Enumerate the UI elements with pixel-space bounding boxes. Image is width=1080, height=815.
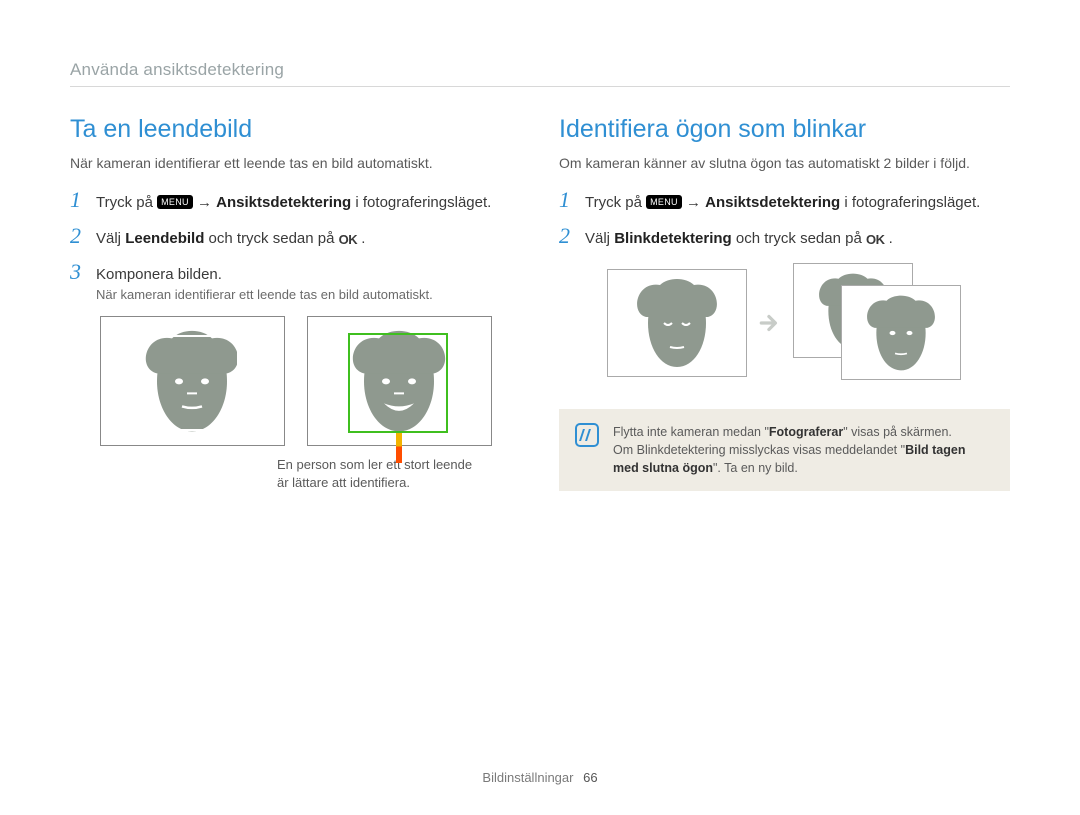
menu-icon: MENU: [646, 195, 682, 210]
smile-caption: En person som ler ett stort leende är lä…: [277, 456, 477, 491]
step-text: Komponera bilden.: [96, 264, 222, 285]
arrow-right-icon: [757, 310, 783, 336]
step-1-blink: 1 Tryck på MENU → Ansiktsdetektering i f…: [559, 187, 1010, 213]
step-2-smile: 2 Välj Leendebild och tryck sedan på OK …: [70, 223, 521, 249]
smile-indicator-bar: [396, 433, 402, 463]
example-panel-eyes-closed: [607, 269, 747, 377]
step-text: →: [686, 194, 705, 211]
step-text: och tryck sedan på: [209, 230, 339, 247]
step-bold: Ansiktsdetektering: [705, 194, 840, 211]
step-bold: Leendebild: [125, 230, 204, 247]
step-text: Välj: [96, 230, 125, 247]
example-panel-smile: [307, 316, 492, 446]
breadcrumb: Använda ansiktsdetektering: [70, 60, 1010, 87]
smile-example-row: [70, 316, 521, 446]
step-2-blink: 2 Välj Blinkdetektering och tryck sedan …: [559, 223, 1010, 249]
page-number: 66: [583, 770, 597, 785]
intro-blink: Om kameran känner av slutna ögon tas aut…: [559, 154, 1010, 173]
step-number: 2: [70, 223, 86, 249]
step-text: och tryck sedan på: [736, 230, 866, 247]
step-number: 3: [70, 259, 86, 285]
note-line-2: Om Blinkdetektering misslyckas visas med…: [613, 441, 994, 477]
step-text: .: [889, 230, 893, 247]
step-3-smile: 3 Komponera bilden. När kameran identifi…: [70, 259, 521, 302]
step-text: .: [361, 230, 365, 247]
step-number: 1: [70, 187, 86, 213]
step-number: 1: [559, 187, 575, 213]
menu-icon: MENU: [157, 195, 193, 210]
col-smile: Ta en leendebild När kameran identifiera…: [70, 115, 521, 491]
step-1-smile: 1 Tryck på MENU → Ansiktsdetektering i f…: [70, 187, 521, 213]
step-subnote: När kameran identifierar ett leende tas …: [96, 287, 521, 302]
step-text: →: [197, 194, 216, 211]
step-bold: Ansiktsdetektering: [216, 194, 351, 211]
step-text: Tryck på: [585, 194, 646, 211]
detect-box-white: [143, 335, 239, 431]
heading-smile: Ta en leendebild: [70, 115, 521, 144]
double-shot-stack: [793, 263, 963, 383]
step-text: i fotograferingsläget.: [355, 194, 491, 211]
footer-label: Bildinställningar: [482, 770, 573, 785]
step-text: i fotograferingsläget.: [844, 194, 980, 211]
step-text: Tryck på: [96, 194, 157, 211]
heading-blink: Identifiera ögon som blinkar: [559, 115, 1010, 144]
intro-smile: När kameran identifierar ett leende tas …: [70, 154, 521, 173]
step-bold: Blinkdetektering: [614, 230, 732, 247]
step-number: 2: [559, 223, 575, 249]
example-panel-neutral: [100, 316, 285, 446]
col-blink: Identifiera ögon som blinkar Om kameran …: [559, 115, 1010, 491]
detect-box-green: [348, 333, 448, 433]
blink-example-row: [559, 263, 1010, 383]
ok-icon: OK: [339, 231, 358, 249]
face-illustration: [622, 275, 732, 375]
note-box: Flytta inte kameran medan "Fotograferar"…: [559, 409, 1010, 491]
ok-icon: OK: [866, 231, 885, 249]
note-line-1: Flytta inte kameran medan "Fotograferar"…: [613, 423, 994, 441]
step-text: Välj: [585, 230, 614, 247]
page-footer: Bildinställningar 66: [0, 770, 1080, 785]
note-icon: [575, 423, 599, 447]
